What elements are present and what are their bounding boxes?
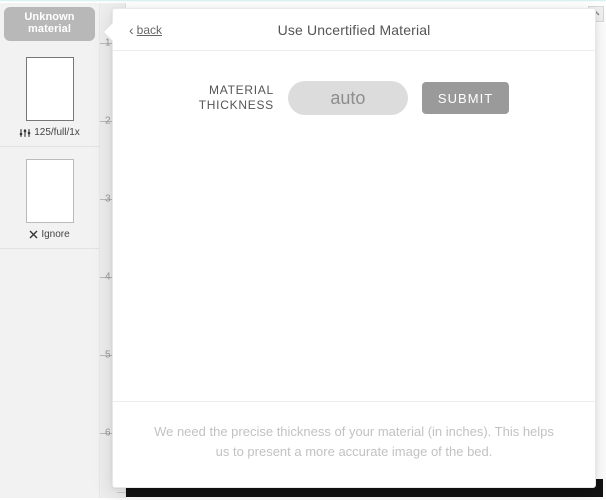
dialog-title: Use Uncertified Material — [278, 22, 431, 38]
ruler-tick-label: 3 — [105, 194, 111, 205]
thickness-label: MATERIAL THICKNESS — [199, 83, 274, 113]
submit-button[interactable]: SUBMIT — [422, 82, 509, 114]
x-icon — [29, 230, 38, 239]
ruler-tick-label: 2 — [105, 116, 111, 127]
material-dialog: ‹ back Use Uncertified Material MATERIAL… — [112, 8, 596, 488]
ruler-tick-label: 5 — [105, 350, 111, 361]
dialog-body: MATERIAL THICKNESS SUBMIT — [113, 51, 595, 401]
dialog-header: ‹ back Use Uncertified Material — [113, 9, 595, 51]
thumbnail — [26, 57, 74, 121]
sliders-icon — [19, 128, 31, 138]
thickness-input[interactable] — [288, 81, 408, 115]
material-chip-label: Unknown material — [24, 12, 74, 35]
thickness-row: MATERIAL THICKNESS SUBMIT — [141, 81, 567, 115]
back-button[interactable]: ‹ back — [129, 9, 162, 50]
dialog-footer-hint: We need the precise thickness of your ma… — [113, 401, 595, 487]
ruler-tick-label: 4 — [105, 272, 111, 283]
thumb-caption-text: Ignore — [41, 229, 69, 240]
top-accent — [0, 0, 606, 2]
material-chip[interactable]: Unknown material — [4, 7, 95, 41]
thumb-caption-text: 125/full/1x — [34, 127, 80, 138]
chevron-left-icon: ‹ — [129, 23, 134, 37]
thickness-label-line1: MATERIAL — [199, 83, 274, 98]
thickness-label-line2: THICKNESS — [199, 98, 274, 113]
back-label: back — [137, 23, 162, 37]
sidebar: Unknown material 125/full/1x — [0, 3, 100, 498]
thumb-item-0[interactable]: 125/full/1x — [0, 45, 99, 147]
thumbnail — [26, 159, 74, 223]
ruler-tick-minor — [117, 492, 125, 493]
ruler-tick-label: 6 — [105, 428, 111, 439]
thumb-item-1[interactable]: Ignore — [0, 147, 99, 249]
